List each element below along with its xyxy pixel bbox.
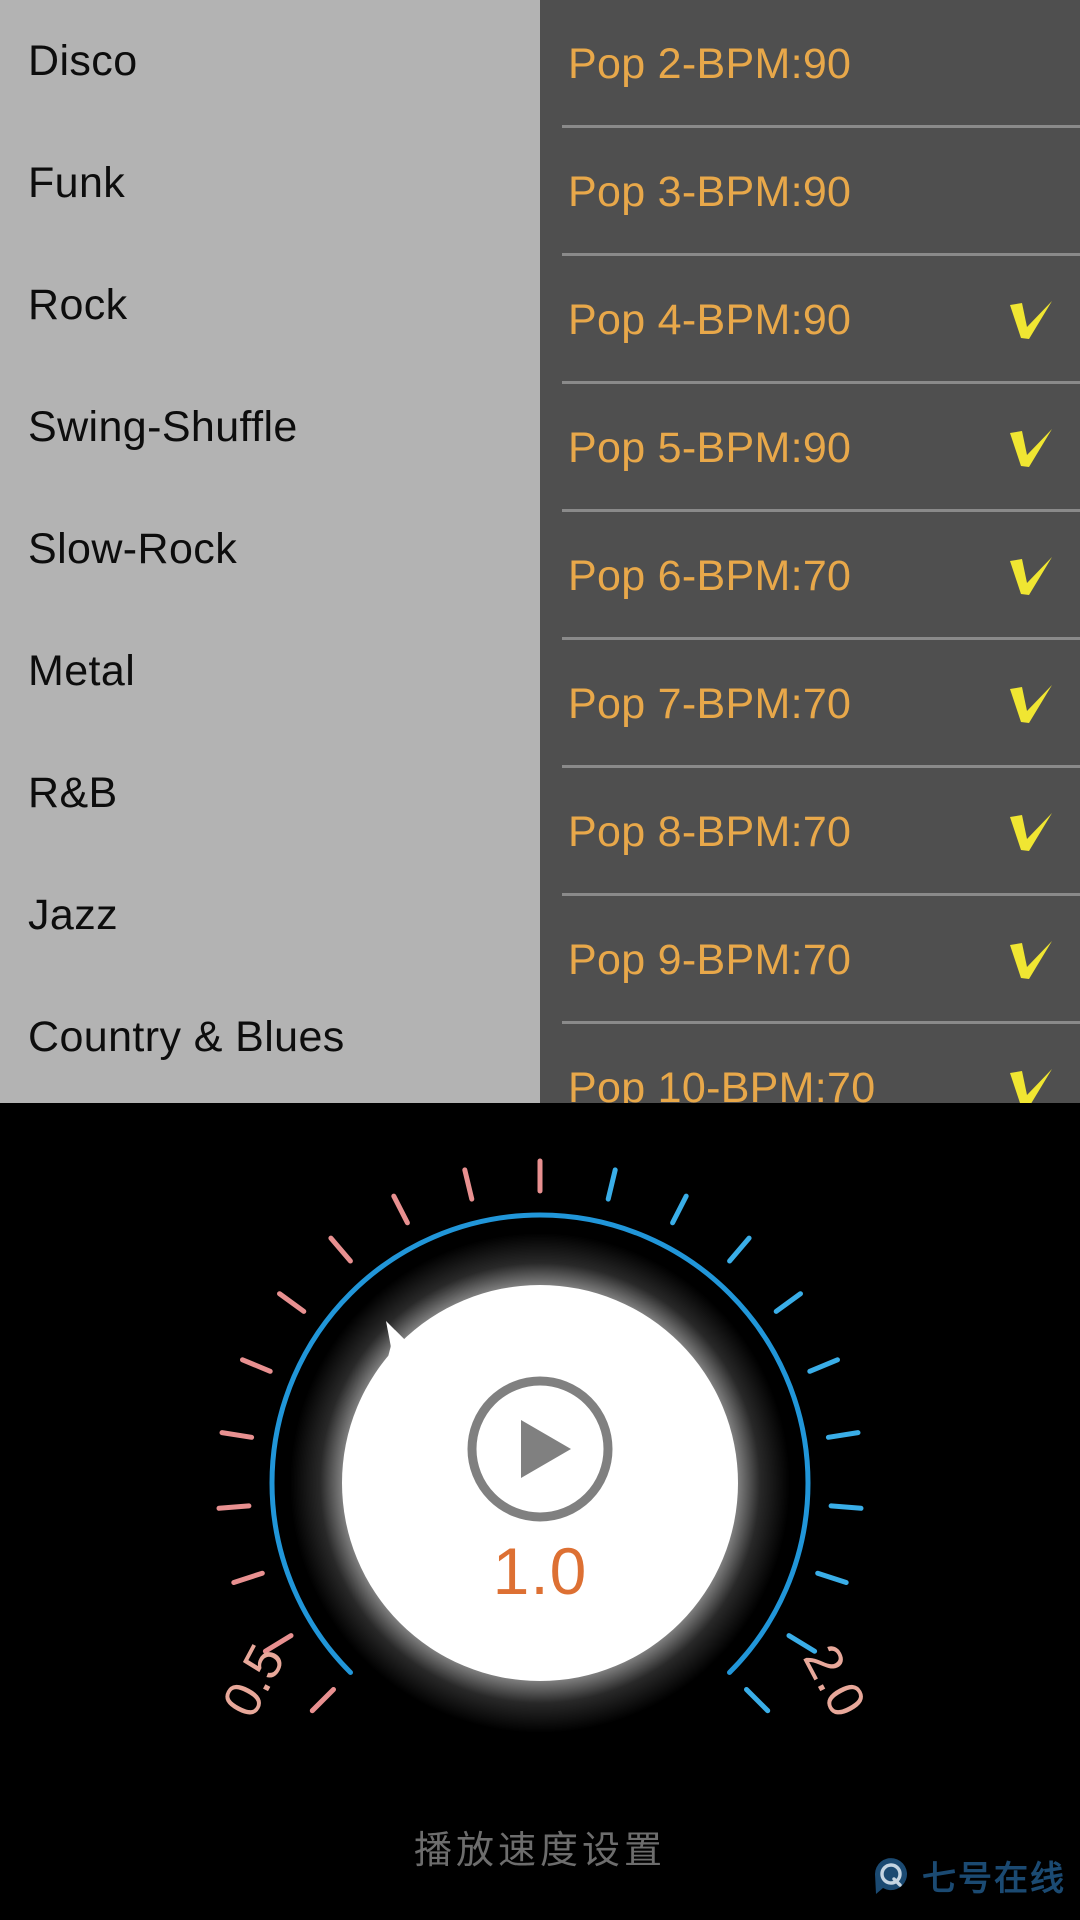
rhythm-item-label: Pop 5-BPM:90	[568, 423, 852, 472]
genre-item-label: Disco	[28, 36, 138, 85]
dial-tick	[309, 1687, 336, 1714]
genre-list-item[interactable]: Funk	[0, 122, 540, 244]
genre-item-label: Jazz	[28, 890, 119, 939]
genre-item-label: R&B	[28, 768, 118, 817]
rhythm-list-item[interactable]: Pop 10-BPM:70	[540, 1024, 1080, 1103]
rhythm-list-item[interactable]: Pop 6-BPM:70	[540, 512, 1080, 640]
dial-tick	[807, 1357, 840, 1374]
checkmark-icon[interactable]	[1008, 297, 1054, 343]
dial-tick	[462, 1167, 475, 1202]
rhythm-item-label: Pop 4-BPM:90	[568, 295, 852, 344]
dial-tick	[744, 1687, 771, 1714]
speed-dial-graphic[interactable]	[190, 1133, 890, 1833]
dial-tick	[727, 1235, 752, 1264]
checkmark-icon[interactable]	[1008, 1065, 1054, 1103]
speed-value: 1.0	[492, 1534, 588, 1608]
dial-tick	[328, 1235, 353, 1264]
dial-tick	[773, 1291, 803, 1314]
rhythm-list-item[interactable]: Pop 2-BPM:90	[540, 0, 1080, 128]
checkmark-icon[interactable]	[1008, 937, 1054, 983]
watermark: 七号在线	[872, 1851, 1066, 1900]
dial-tick	[786, 1633, 818, 1654]
rhythm-item-label: Pop 10-BPM:70	[568, 1063, 876, 1104]
genre-list-item[interactable]: Rock	[0, 244, 540, 366]
genre-list-item[interactable]: Swing-Shuffle	[0, 366, 540, 488]
playback-speed-section: 1.0 0.5 2.0 播放速度设置 七号在线	[0, 1103, 1080, 1920]
rhythm-item-label: Pop 9-BPM:70	[568, 935, 852, 984]
watermark-text: 七号在线	[922, 1859, 1066, 1899]
dial-tick	[219, 1430, 255, 1440]
rhythm-list-item[interactable]: Pop 5-BPM:90	[540, 384, 1080, 512]
genre-item-label: Slow-Rock	[28, 524, 238, 573]
checkmark-icon[interactable]	[1008, 809, 1054, 855]
knob-body[interactable]	[334, 1277, 746, 1689]
genre-item-label: Swing-Shuffle	[28, 402, 298, 451]
genre-item-label: Funk	[28, 158, 126, 207]
rhythm-item-label: Pop 3-BPM:90	[568, 167, 852, 216]
rhythm-item-label: Pop 8-BPM:70	[568, 807, 852, 856]
dial-tick	[828, 1503, 864, 1511]
genre-list-item[interactable]: Metal	[0, 610, 540, 732]
dial-tick	[391, 1193, 410, 1226]
checkmark-icon[interactable]	[1008, 681, 1054, 727]
genre-list-item[interactable]: R&B	[0, 732, 540, 854]
rhythm-list-panel[interactable]: Pop 2-BPM:90 Pop 3-BPM:90 Pop 4-BPM:90 Pop …	[540, 0, 1080, 1103]
genre-item-label: Country & Blues	[28, 1012, 345, 1061]
dial-tick	[277, 1291, 307, 1314]
genre-list-item[interactable]: Jazz	[0, 854, 540, 976]
rhythm-list-item[interactable]: Pop 7-BPM:70	[540, 640, 1080, 768]
dial-tick	[605, 1167, 618, 1202]
app-root: Disco Funk Rock Swing-Shuffle Slow-Rock Metal…	[0, 0, 1080, 1920]
genre-list-item[interactable]: Country & Blues	[0, 976, 540, 1098]
rhythm-list-item[interactable]: Pop 3-BPM:90	[540, 128, 1080, 256]
genre-item-label: Rock	[28, 280, 128, 329]
rhythm-list-item[interactable]: Pop 4-BPM:90	[540, 256, 1080, 384]
checkmark-icon[interactable]	[1008, 553, 1054, 599]
rhythm-list-item[interactable]: Pop 8-BPM:70	[540, 768, 1080, 896]
rhythm-item-label: Pop 2-BPM:90	[568, 39, 852, 88]
dial-tick	[825, 1430, 861, 1440]
rhythm-item-label: Pop 7-BPM:70	[568, 679, 852, 728]
rhythm-selector-section: Disco Funk Rock Swing-Shuffle Slow-Rock Metal…	[0, 0, 1080, 1103]
speed-dial[interactable]: 1.0 0.5 2.0	[190, 1133, 890, 1833]
genre-item-label: Metal	[28, 646, 136, 695]
checkmark-icon[interactable]	[1008, 425, 1054, 471]
dial-tick	[240, 1357, 273, 1374]
dial-tick	[670, 1193, 689, 1226]
genre-list-item[interactable]: Slow-Rock	[0, 488, 540, 610]
rhythm-list-item[interactable]: Pop 9-BPM:70	[540, 896, 1080, 1024]
rhythm-item-label: Pop 6-BPM:70	[568, 551, 852, 600]
genre-list-item[interactable]: Disco	[0, 0, 540, 122]
dial-tick	[216, 1503, 252, 1511]
genre-list-panel[interactable]: Disco Funk Rock Swing-Shuffle Slow-Rock Metal…	[0, 0, 540, 1103]
q-logo-icon	[875, 1857, 907, 1894]
